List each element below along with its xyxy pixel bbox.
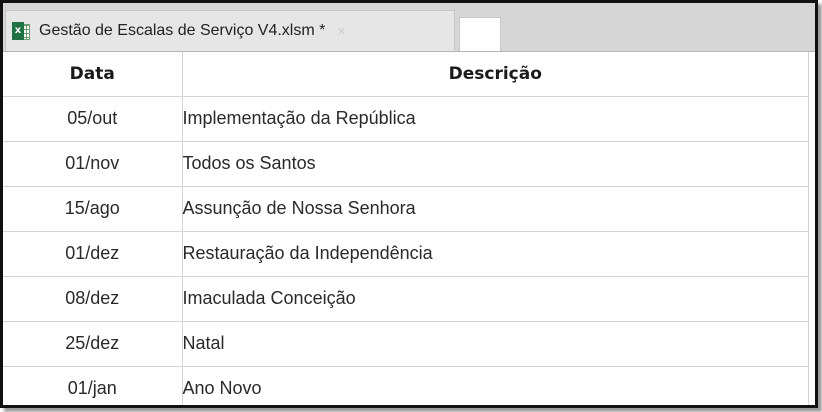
close-icon[interactable]: ×	[337, 23, 345, 39]
date-cell[interactable]: 25/dez	[3, 321, 183, 367]
description-cell[interactable]: Imaculada Conceição	[182, 276, 809, 322]
new-tab-button[interactable]	[459, 17, 501, 51]
tab-bar: x Gestão de Escalas de Serviço V4.xlsm *…	[3, 3, 815, 52]
header-descricao[interactable]: Descrição	[182, 52, 809, 97]
tab-title: Gestão de Escalas de Serviço V4.xlsm *	[39, 22, 326, 39]
date-cell[interactable]: 15/ago	[3, 186, 183, 232]
description-cell[interactable]: Implementação da República	[182, 96, 809, 142]
document-window: x Gestão de Escalas de Serviço V4.xlsm *…	[0, 0, 818, 408]
description-cell[interactable]: Todos os Santos	[182, 141, 809, 187]
tab-workbook[interactable]: x Gestão de Escalas de Serviço V4.xlsm *…	[5, 10, 455, 51]
table-row: 25/dez Natal	[3, 321, 809, 367]
description-cell[interactable]: Restauração da Independência	[182, 231, 809, 277]
table-row: 01/nov Todos os Santos	[3, 141, 809, 187]
header-data[interactable]: Data	[3, 52, 183, 97]
holiday-table: Data Descrição 05/out Implementação da R…	[3, 52, 809, 405]
excel-icon: x	[12, 22, 30, 40]
excel-icon-badge: x	[12, 22, 24, 40]
table-row: 01/dez Restauração da Independência	[3, 231, 809, 277]
date-cell[interactable]: 05/out	[3, 96, 183, 142]
table-row: 15/ago Assunção de Nossa Senhora	[3, 186, 809, 232]
description-cell[interactable]: Assunção de Nossa Senhora	[182, 186, 809, 232]
date-cell[interactable]: 01/dez	[3, 231, 183, 277]
date-cell[interactable]: 01/jan	[3, 366, 183, 405]
table-row: 08/dez Imaculada Conceição	[3, 276, 809, 322]
date-cell[interactable]: 08/dez	[3, 276, 183, 322]
header-row: Data Descrição	[3, 52, 809, 97]
table-row: 05/out Implementação da República	[3, 96, 809, 142]
table-row: 01/jan Ano Novo	[3, 366, 809, 405]
description-cell[interactable]: Natal	[182, 321, 809, 367]
date-cell[interactable]: 01/nov	[3, 141, 183, 187]
description-cell[interactable]: Ano Novo	[182, 366, 809, 405]
